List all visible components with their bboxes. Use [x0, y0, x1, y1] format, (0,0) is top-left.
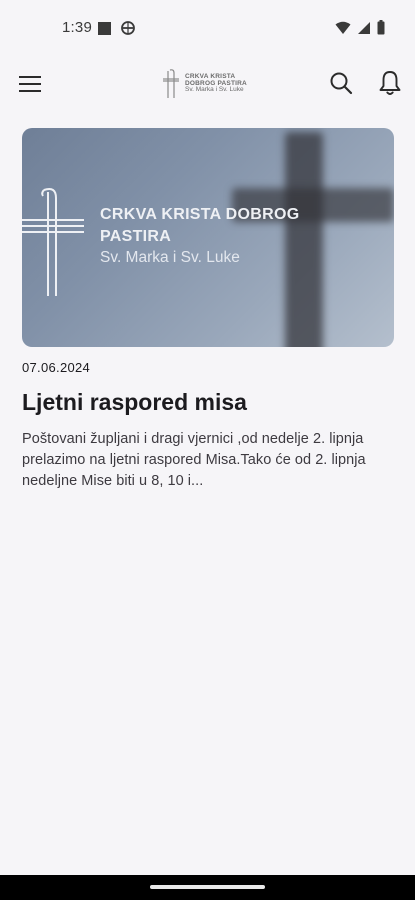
cross-silhouette-vertical: [285, 132, 323, 347]
app-logo[interactable]: CRKVA KRISTA DOBROG PASTIRA Sv. Marka i …: [163, 67, 255, 101]
notifications-button[interactable]: [377, 69, 403, 97]
shepherd-cross-icon: [163, 69, 179, 98]
status-left-icons: [97, 20, 136, 41]
search-button[interactable]: [328, 70, 354, 96]
menu-button[interactable]: [16, 70, 44, 98]
logo-line-3: Sv. Marka i Sv. Luke: [185, 86, 244, 94]
status-right-icons: [335, 20, 385, 40]
banner-subtitle: Sv. Marka i Sv. Luke: [100, 249, 240, 266]
home-gesture-handle[interactable]: [150, 885, 265, 889]
post-title: Ljetni raspored misa: [22, 389, 247, 415]
post-card[interactable]: CRKVA KRISTA DOBROG PASTIRA Sv. Marka i …: [22, 128, 394, 492]
banner-title-line-1: CRKVA KRISTA DOBROG: [100, 206, 300, 223]
post-date: 07.06.2024: [22, 360, 91, 375]
wifi-icon: [335, 21, 351, 40]
search-icon: [330, 72, 353, 95]
banner-title-line-2: PASTIRA: [100, 228, 172, 245]
app-bar: CRKVA KRISTA DOBROG PASTIRA Sv. Marka i …: [0, 56, 415, 112]
logo-text: CRKVA KRISTA DOBROG PASTIRA Sv. Marka i …: [185, 73, 247, 94]
stop-square-icon: [97, 21, 112, 41]
post-excerpt: Poštovani župljani i dragi vjernici ,od …: [22, 431, 366, 489]
hamburger-menu-icon: [19, 76, 41, 92]
shepherd-cross-icon: [22, 188, 84, 296]
status-time: 1:39: [62, 19, 92, 36]
cell-signal-icon: [357, 21, 371, 40]
system-nav-bar: [0, 875, 415, 900]
battery-icon: [377, 20, 385, 40]
post-banner-image: CRKVA KRISTA DOBROG PASTIRA Sv. Marka i …: [22, 128, 394, 347]
bell-icon: [379, 71, 401, 95]
status-bar: 1:39: [0, 0, 415, 56]
vpn-circle-icon: [120, 20, 136, 41]
